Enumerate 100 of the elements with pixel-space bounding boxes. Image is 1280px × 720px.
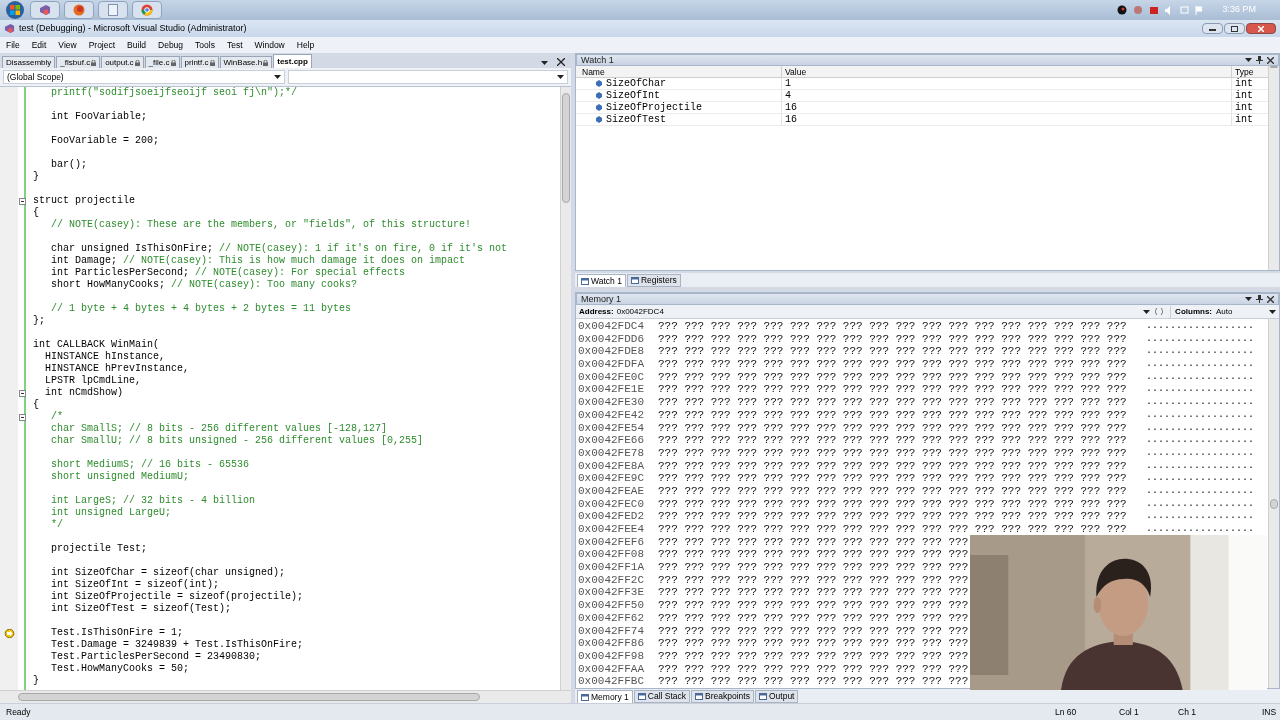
tray-icon[interactable] bbox=[1117, 5, 1128, 15]
menu-item[interactable]: Window bbox=[254, 38, 285, 52]
scroll-thumb[interactable] bbox=[1270, 499, 1278, 509]
taskbar-app-button[interactable] bbox=[64, 1, 94, 19]
scope-dropdown[interactable]: (Global Scope) bbox=[3, 70, 285, 84]
watch-name: SizeOfInt bbox=[606, 89, 660, 102]
watch-type: int bbox=[1234, 90, 1254, 101]
panel-tab[interactable]: Watch 1 bbox=[577, 274, 626, 287]
close-button[interactable] bbox=[1246, 23, 1276, 34]
lock-icon bbox=[170, 59, 176, 66]
menu-item[interactable]: Debug bbox=[158, 38, 184, 52]
code-text: int ParticlesPerSecond; bbox=[50, 267, 191, 278]
start-button[interactable] bbox=[4, 0, 26, 20]
code-comment: short unsigned MediumU; bbox=[50, 471, 190, 482]
document-tab[interactable]: _file.c bbox=[144, 56, 180, 68]
column-header[interactable]: Value bbox=[782, 66, 1232, 77]
code-text: FooVariable = 200; bbox=[50, 135, 160, 146]
memory-address: 0x0042FDFA bbox=[578, 358, 645, 371]
window-icon bbox=[758, 693, 767, 700]
memory-bytes: ??? ??? ??? ??? ??? ??? ??? ??? ??? ??? ??? ??? ??? ??? ??? ??? ??? ??? bbox=[658, 320, 1128, 333]
panel-tab[interactable]: Registers bbox=[626, 274, 681, 287]
code-text: Test.Damage = 3249839 + Test.IsThisOnFire; bbox=[50, 639, 304, 650]
document-tab[interactable]: _flsbuf.c bbox=[56, 56, 101, 68]
code-text: int SizeOfInt = sizeof(int); bbox=[50, 579, 220, 590]
menu-item[interactable]: Help bbox=[296, 38, 315, 52]
memory-bytes: ??? ??? ??? ??? ??? ??? ??? ??? ??? ??? ??? ??? bbox=[658, 561, 970, 574]
code-text: int CALLBACK WinMain( bbox=[33, 339, 160, 350]
menu-item[interactable]: Test bbox=[226, 38, 243, 52]
scroll-thumb[interactable] bbox=[562, 93, 570, 203]
flag-icon[interactable] bbox=[1195, 5, 1205, 15]
panel-tab[interactable]: Output bbox=[754, 690, 799, 703]
lock-icon bbox=[263, 59, 269, 66]
code-text: Test.HowManyCooks = 50; bbox=[50, 663, 190, 674]
panel-tab[interactable]: Memory 1 bbox=[577, 690, 633, 703]
restore-button[interactable] bbox=[1224, 23, 1245, 34]
memory-address: 0x0042FE30 bbox=[578, 396, 645, 409]
panel-tab[interactable]: Call Stack bbox=[633, 690, 691, 703]
close-icon[interactable] bbox=[1267, 295, 1274, 303]
taskbar-app-button[interactable] bbox=[132, 1, 162, 19]
watch-type: int bbox=[1234, 114, 1254, 125]
document-tab[interactable]: printf.c bbox=[180, 56, 219, 68]
taskbar-app-button[interactable] bbox=[30, 1, 60, 19]
menu-item[interactable]: Edit bbox=[31, 38, 47, 52]
memory-bytes: ??? ??? ??? ??? ??? ??? ??? ??? ??? ??? ??? ??? ??? ??? ??? ??? ??? ??? bbox=[658, 446, 1128, 460]
collapse-icon[interactable] bbox=[18, 197, 26, 205]
memory-address: 0x0042FE1E bbox=[578, 383, 645, 397]
columns-dropdown[interactable]: Auto bbox=[1216, 306, 1276, 317]
memory-ascii: .................. bbox=[1146, 332, 1255, 346]
code-text: Test.ParticlesPerSecond = 23490830; bbox=[50, 651, 262, 662]
memory-bytes: ??? ??? ??? ??? ??? ??? ??? ??? ??? ??? ??? ??? ??? ??? ??? ??? ??? ??? bbox=[658, 434, 1128, 447]
address-field[interactable]: 0x0042FDC4 bbox=[616, 306, 1151, 317]
menu-item[interactable]: File bbox=[6, 38, 20, 52]
memory-bytes: ??? ??? ??? ??? ??? ??? ??? ??? ??? ??? ??? ??? ??? ??? ??? ??? ??? ??? bbox=[658, 484, 1128, 498]
column-header[interactable]: Type bbox=[1232, 66, 1268, 77]
memory-bytes: ??? ??? ??? ??? ??? ??? ??? ??? ??? ??? ??? ??? bbox=[658, 637, 970, 650]
scroll-thumb[interactable] bbox=[18, 693, 480, 701]
document-tab[interactable]: Disassembly bbox=[2, 56, 56, 68]
memory-ascii: .................. bbox=[1146, 472, 1255, 485]
document-tab[interactable]: output.c bbox=[101, 56, 144, 68]
vertical-scrollbar[interactable] bbox=[1268, 66, 1279, 270]
collapse-icon[interactable] bbox=[18, 389, 26, 397]
document-tab[interactable]: WinBase.h bbox=[219, 56, 273, 68]
document-tab[interactable]: test.cpp bbox=[273, 54, 312, 68]
insert-mode-indicator: INS bbox=[1262, 705, 1274, 719]
menu-item[interactable]: View bbox=[58, 38, 77, 52]
menu-item[interactable]: Build bbox=[127, 38, 146, 52]
memory-bytes: ??? ??? ??? ??? ??? ??? ??? ??? ??? ??? ??? ??? ??? ??? ??? ??? ??? ??? bbox=[658, 472, 1128, 485]
pin-icon[interactable] bbox=[1256, 295, 1263, 303]
scroll-thumb[interactable] bbox=[1270, 66, 1278, 68]
reevaluate-icon[interactable] bbox=[1154, 307, 1165, 316]
code-comment: // 1 byte + 4 bytes + 4 bytes + 2 bytes = 11 bytes bbox=[50, 303, 352, 314]
collapse-icon[interactable] bbox=[18, 413, 26, 421]
memory-address: 0x0042FFBC bbox=[578, 675, 645, 688]
memory-address: 0x0042FDD6 bbox=[578, 332, 645, 346]
memory-bytes: ??? ??? ??? ??? ??? ??? ??? ??? ??? ??? ??? ??? ??? ??? ??? ??? ??? ??? bbox=[658, 345, 1128, 359]
memory-ascii: .................. bbox=[1146, 345, 1255, 359]
menu-item[interactable]: Tools bbox=[195, 38, 215, 52]
taskbar-app-button[interactable] bbox=[98, 1, 128, 19]
memory-address: 0x0042FF3E bbox=[578, 586, 645, 600]
minimize-button[interactable] bbox=[1202, 23, 1223, 34]
close-icon[interactable] bbox=[1267, 56, 1274, 64]
memory-address: 0x0042FE0C bbox=[578, 370, 645, 384]
menu-item[interactable]: Project bbox=[88, 38, 116, 52]
pin-icon[interactable] bbox=[1256, 56, 1263, 64]
close-icon[interactable] bbox=[557, 58, 565, 66]
memory-address: 0x0042FF86 bbox=[578, 637, 645, 650]
watch-name: SizeOfChar bbox=[606, 77, 666, 90]
memory-ascii: .................. bbox=[1146, 523, 1255, 536]
vertical-scrollbar[interactable] bbox=[560, 87, 571, 690]
code-text: short HowManyCooks; bbox=[50, 279, 167, 290]
column-header[interactable]: Name bbox=[576, 66, 782, 77]
memory-address: 0x0042FE54 bbox=[578, 421, 645, 435]
vertical-scrollbar[interactable] bbox=[1268, 319, 1279, 688]
panel-tab[interactable]: Breakpoints bbox=[691, 690, 754, 703]
lock-icon bbox=[209, 59, 215, 66]
memory-ascii: .................. bbox=[1146, 497, 1255, 511]
code-text: { bbox=[33, 399, 39, 410]
browser-icon bbox=[141, 4, 153, 16]
horizontal-scrollbar[interactable] bbox=[0, 690, 571, 703]
caret-icon bbox=[1143, 309, 1151, 314]
